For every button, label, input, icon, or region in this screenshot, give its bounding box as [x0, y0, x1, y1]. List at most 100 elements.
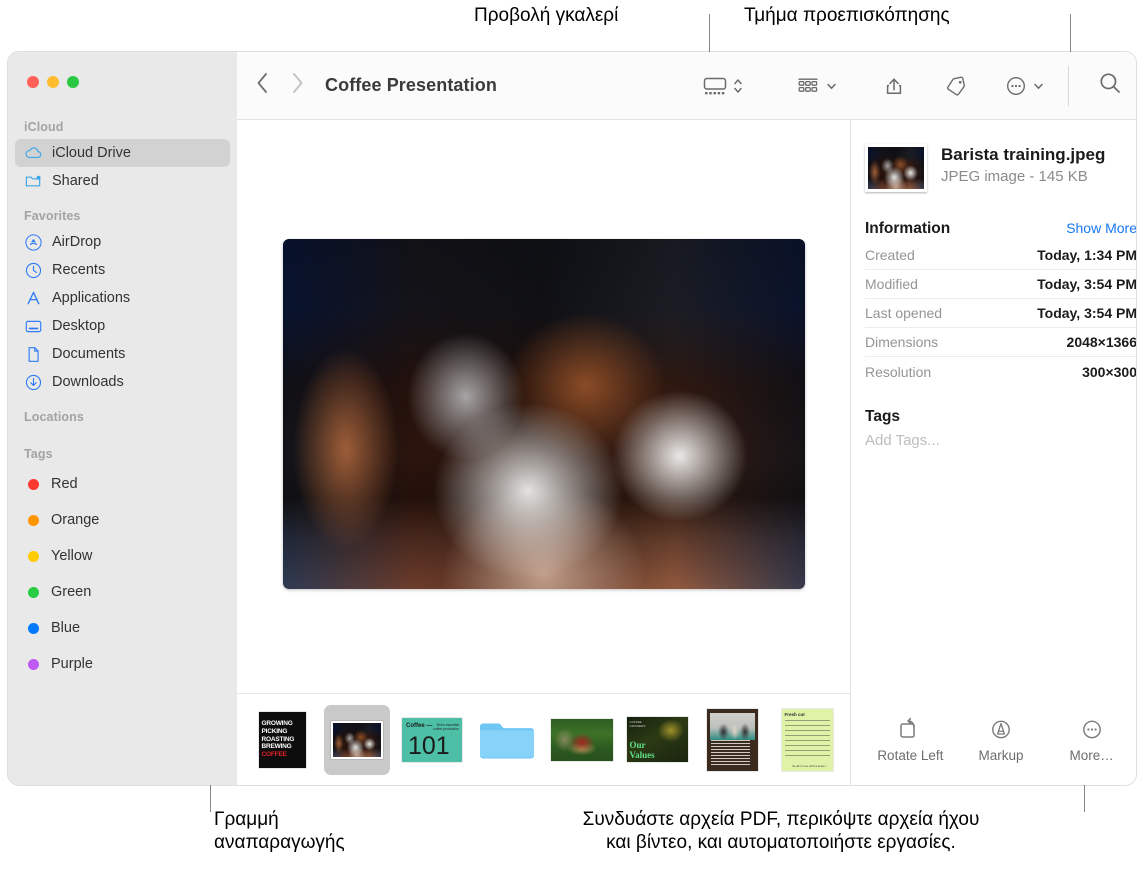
filmstrip-item-folder[interactable] [474, 705, 540, 775]
sidebar-tag-blue[interactable]: Blue [15, 610, 230, 646]
preview-area [237, 120, 850, 693]
receipt-title: Fresh cut [784, 711, 805, 717]
sidebar-item-icloud-drive[interactable]: iCloud Drive [15, 139, 230, 167]
info-key: Last opened [865, 305, 943, 321]
back-icon[interactable] [255, 71, 270, 100]
coffee-101-art: Coffee — Brew essential coffee productio… [402, 717, 462, 762]
tag-icon [947, 76, 965, 95]
tag-color-dot [28, 658, 39, 670]
share-icon [886, 77, 902, 94]
thumbnail: Coffee — Brew essential coffee productio… [402, 717, 462, 762]
forward-icon[interactable] [290, 71, 305, 100]
tag-color-dot [28, 586, 39, 598]
info-key: Modified [865, 276, 918, 292]
barista-photo [282, 238, 805, 589]
action-label: More… [1069, 748, 1114, 763]
zoom-button[interactable] [67, 76, 79, 88]
add-tags-field[interactable]: Add Tags... [865, 432, 1136, 449]
sidebar-tag-green[interactable]: Green [15, 574, 230, 610]
poster-line: GROWING [261, 720, 293, 728]
filmstrip-item-coffee-poster[interactable]: GROWING PICKING ROASTING BREWING COFFEE [249, 705, 315, 775]
thumbnail: GROWING PICKING ROASTING BREWING COFFEE [258, 711, 306, 768]
markup-icon [988, 715, 1014, 741]
action-label: Rotate Left [877, 748, 944, 763]
coffee-101-note: Brew essential coffee production [433, 722, 459, 731]
main-column: Coffee Presentation GROWING PICKING ROAS… [237, 52, 1136, 785]
desktop-icon [24, 317, 43, 336]
shared-folder-icon [24, 172, 43, 191]
minimize-button[interactable] [47, 76, 59, 88]
sidebar: iCloud iCloud Drive Shared Favorites Air… [8, 52, 237, 785]
sidebar-header-tags: Tags [24, 447, 53, 461]
sidebar-tag-label: Purple [51, 656, 93, 672]
action-label: Markup [978, 748, 1024, 763]
sidebar-tag-orange[interactable]: Orange [15, 502, 230, 538]
info-value: Today, 3:54 PM [1037, 305, 1136, 321]
file-thumbnail [865, 144, 927, 192]
coffee-101-label: Coffee — [406, 722, 433, 729]
filmstrip-item-coffee-101[interactable]: Coffee — Brew essential coffee productio… [399, 705, 465, 775]
receipt-art: Fresh cut Its all in one with a lease ! [781, 708, 833, 771]
sidebar-tag-purple[interactable]: Purple [15, 646, 230, 682]
receipt-footer: Its all in one with a lease ! [792, 763, 827, 768]
view-stepper-icon [734, 78, 742, 93]
markup-button[interactable]: Markup [956, 715, 1047, 763]
filmstrip-item-berries[interactable] [549, 705, 615, 775]
preview-inspector-pane: Barista training.jpeg JPEG image - 145 K… [851, 120, 1136, 785]
show-more-link[interactable]: Show More [1066, 220, 1136, 236]
toolbar: Coffee Presentation [237, 52, 1136, 120]
file-name: Barista training.jpeg [941, 145, 1106, 164]
sidebar-item-recents[interactable]: Recents [15, 256, 230, 284]
info-row-dimensions: Dimensions 2048×1366 [865, 328, 1136, 357]
thumbnail: COFFEE GROWERS Our Values [626, 717, 688, 762]
navigation-arrows [255, 71, 305, 100]
sidebar-item-label: Downloads [52, 374, 124, 390]
more-button[interactable]: More… [1046, 715, 1136, 763]
sidebar-item-label: Applications [52, 290, 131, 306]
filmstrip-playback-bar[interactable]: GROWING PICKING ROASTING BREWING COFFEE [237, 693, 850, 785]
sidebar-item-label: iCloud Drive [52, 145, 131, 161]
thumbnail [478, 717, 536, 763]
callout-gallery-view: Προβολή γκαλερί [474, 5, 619, 26]
gallery-view-button[interactable] [689, 75, 748, 97]
tags-button[interactable] [929, 74, 981, 98]
clock-icon [24, 261, 43, 280]
sidebar-tag-label: Yellow [51, 548, 93, 564]
gallery-view-icon [703, 77, 727, 94]
sidebar-item-applications[interactable]: Applications [15, 284, 230, 312]
document-icon [24, 345, 43, 364]
sidebar-item-downloads[interactable]: Downloads [15, 368, 230, 396]
info-row-resolution: Resolution 300×300 [865, 357, 1136, 386]
poster-line: BREWING [261, 743, 292, 751]
rotate-left-button[interactable]: Rotate Left [865, 715, 956, 763]
tag-color-dot [28, 478, 39, 490]
filmstrip-item-meeting-document[interactable] [699, 705, 765, 775]
sidebar-item-documents[interactable]: Documents [15, 340, 230, 368]
close-button[interactable] [27, 76, 39, 88]
file-meta: Barista training.jpeg JPEG image - 145 K… [941, 144, 1105, 185]
group-by-button[interactable] [782, 75, 851, 97]
sidebar-item-shared[interactable]: Shared [15, 167, 230, 195]
applications-icon [24, 289, 43, 308]
tags-section-title: Tags [865, 408, 901, 425]
sidebar-tag-yellow[interactable]: Yellow [15, 538, 230, 574]
search-button[interactable] [1075, 70, 1136, 101]
information-section-header: Information Show More [865, 220, 1136, 241]
preview-image-barista-training[interactable] [282, 238, 805, 589]
downloads-icon [24, 373, 43, 392]
rotate-left-icon [897, 715, 923, 741]
more-actions-button[interactable] [991, 74, 1058, 98]
sidebar-item-airdrop[interactable]: AirDrop [15, 228, 230, 256]
thumbnail: Fresh cut Its all in one with a lease ! [781, 708, 833, 771]
content-body: GROWING PICKING ROASTING BREWING COFFEE [237, 120, 1136, 785]
sidebar-tag-red[interactable]: Red [15, 466, 230, 502]
filmstrip-item-our-values[interactable]: COFFEE GROWERS Our Values [624, 705, 690, 775]
share-button[interactable] [869, 74, 919, 98]
sidebar-item-label: AirDrop [52, 234, 102, 250]
filmstrip-item-barista-training[interactable] [324, 704, 390, 775]
window-title: Coffee Presentation [325, 75, 497, 95]
sidebar-tag-label: Blue [51, 620, 81, 636]
sidebar-item-desktop[interactable]: Desktop [15, 312, 230, 340]
filmstrip-item-receipt[interactable]: Fresh cut Its all in one with a lease ! [774, 705, 840, 775]
poster-line: COFFEE [261, 750, 287, 758]
